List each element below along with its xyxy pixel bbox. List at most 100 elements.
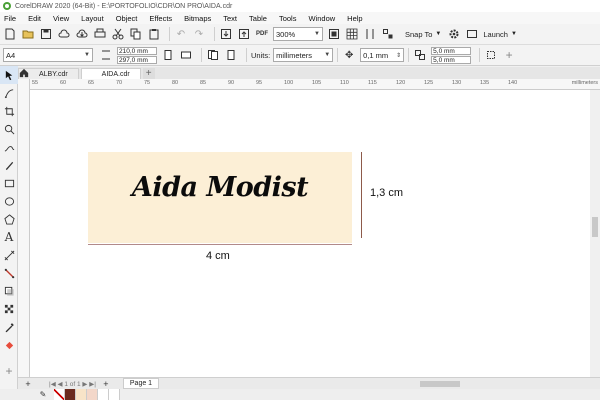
window-title: CorelDRAW 2020 (64-Bit) - E:\PORTOFOLIO\… (15, 2, 233, 10)
ruler-tick: 95 (256, 80, 263, 86)
cloud-upload-icon[interactable] (57, 27, 71, 41)
menu-edit[interactable]: Edit (28, 14, 41, 23)
transparency-icon[interactable] (0, 300, 18, 318)
page-tab[interactable]: Page 1 (122, 378, 160, 389)
nudge-distance-value: 0,1 mm (363, 50, 389, 60)
rectangle-tool-icon[interactable] (0, 174, 18, 192)
add-tool-icon[interactable]: + (0, 362, 18, 380)
menu-tools[interactable]: Tools (279, 14, 297, 23)
width-dimension-label[interactable]: 4 cm (206, 250, 230, 262)
toolbar-separator (337, 48, 339, 62)
paste-icon[interactable] (147, 27, 161, 41)
current-page-icon[interactable] (224, 48, 238, 62)
crop-tool-icon[interactable] (0, 102, 18, 120)
spinner-icon: ⇕ (396, 52, 402, 59)
save-icon[interactable] (39, 27, 53, 41)
horizontal-scrollbar-thumb[interactable] (420, 381, 460, 387)
all-pages-icon[interactable] (206, 48, 220, 62)
copy-icon[interactable] (129, 27, 143, 41)
ruler-tick: 110 (340, 80, 349, 86)
import-icon[interactable] (219, 27, 233, 41)
launch-button[interactable]: Launch (483, 30, 508, 39)
menu-help[interactable]: Help (347, 14, 362, 23)
color-swatch[interactable] (76, 389, 87, 400)
units-dropdown[interactable]: millimeters ▼ (273, 48, 334, 62)
ruler-tick: 135 (480, 80, 490, 86)
bleed-icon[interactable] (484, 48, 498, 62)
connector-tool-icon[interactable] (0, 264, 18, 282)
menu-file[interactable]: File (4, 14, 16, 23)
title-bar: CorelDRAW 2020 (64-Bit) - E:\PORTOFOLIO\… (0, 0, 600, 12)
menu-text[interactable]: Text (223, 14, 237, 23)
width-dimension-line[interactable] (88, 244, 352, 245)
text-tool-icon[interactable]: A (0, 228, 18, 246)
cut-icon[interactable] (111, 27, 125, 41)
drop-shadow-icon[interactable] (0, 282, 18, 300)
home-icon[interactable] (18, 67, 30, 79)
launch-icon[interactable] (465, 27, 479, 41)
undo-icon[interactable]: ↶ (174, 27, 188, 41)
height-dimension-line[interactable] (361, 152, 362, 238)
page-nav-arrows[interactable]: |◀ ◀ 1 of 1 ▶ ▶| (49, 380, 96, 388)
print-icon[interactable] (93, 27, 107, 41)
ruler-tick: 75 (144, 80, 151, 86)
ruler-tick: 65 (88, 80, 95, 86)
parallel-dimension-icon[interactable] (0, 246, 18, 264)
vertical-ruler[interactable] (18, 79, 30, 377)
color-swatch[interactable] (54, 389, 65, 400)
ellipse-tool-icon[interactable] (0, 192, 18, 210)
open-folder-icon[interactable] (21, 27, 35, 41)
color-swatch[interactable] (98, 389, 109, 400)
eyedropper-icon[interactable] (0, 318, 18, 336)
add-icon[interactable]: + (502, 48, 516, 62)
color-swatch[interactable] (109, 389, 120, 400)
menu-object[interactable]: Object (116, 14, 138, 23)
freehand-pick-icon[interactable] (0, 84, 18, 102)
gear-icon[interactable] (447, 27, 461, 41)
duplicate-y-input[interactable]: 5,0 mm (431, 55, 472, 64)
color-swatch[interactable] (65, 389, 76, 400)
snap-to-dropdown[interactable]: Snap To (405, 30, 432, 39)
palette-eyedropper-icon[interactable]: ✎ (36, 388, 50, 400)
menu-layout[interactable]: Layout (81, 14, 104, 23)
snap-objects-icon[interactable] (381, 27, 395, 41)
horizontal-ruler[interactable]: 55 60 65 70 75 80 85 90 95 100 105 110 1… (30, 79, 600, 90)
page-height-input[interactable]: 297,0 mm (117, 55, 157, 64)
height-dimension-label[interactable]: 1,3 cm (370, 187, 403, 199)
nudge-distance-input[interactable]: 0,1 mm ⇕ (360, 48, 405, 62)
pick-tool-icon[interactable] (0, 66, 18, 84)
polygon-tool-icon[interactable] (0, 210, 18, 228)
landscape-icon[interactable] (179, 48, 193, 62)
show-grid-icon[interactable] (345, 27, 359, 41)
cloud-download-icon[interactable] (75, 27, 89, 41)
artistic-media-icon[interactable] (0, 156, 18, 174)
portrait-icon[interactable] (161, 48, 175, 62)
menu-table[interactable]: Table (249, 14, 267, 23)
new-tab-icon[interactable]: + (142, 68, 155, 79)
menu-window[interactable]: Window (308, 14, 335, 23)
zoom-level-dropdown[interactable]: 300% ▼ (273, 27, 323, 41)
menu-view[interactable]: View (53, 14, 69, 23)
units-value: millimeters (276, 50, 313, 60)
duplicate-distance-icon (413, 48, 427, 62)
redo-icon[interactable]: ↷ (192, 27, 206, 41)
vertical-scrollbar[interactable] (590, 90, 600, 377)
menu-bitmaps[interactable]: Bitmaps (184, 14, 211, 23)
export-icon[interactable] (237, 27, 251, 41)
show-guidelines-icon[interactable] (363, 27, 377, 41)
interactive-fill-icon[interactable] (0, 336, 18, 354)
duplicate-x-input[interactable]: 5,0 mm (431, 46, 472, 55)
page-size-dropdown[interactable]: A4 ▼ (3, 48, 93, 62)
tab-aida[interactable]: AIDA.cdr (80, 68, 141, 79)
publish-pdf-icon[interactable]: PDF (255, 27, 269, 41)
artwork-text[interactable]: Aida Modist (88, 172, 352, 203)
ruler-tick: 85 (200, 80, 207, 86)
color-swatch[interactable] (87, 389, 98, 400)
scrollbar-thumb[interactable] (592, 217, 598, 237)
new-document-icon[interactable] (3, 27, 17, 41)
zoom-tool-icon[interactable] (0, 120, 18, 138)
page-width-input[interactable]: 210,0 mm (117, 46, 157, 55)
menu-effects[interactable]: Effects (149, 14, 172, 23)
freehand-tool-icon[interactable] (0, 138, 18, 156)
full-screen-preview-icon[interactable] (327, 27, 341, 41)
